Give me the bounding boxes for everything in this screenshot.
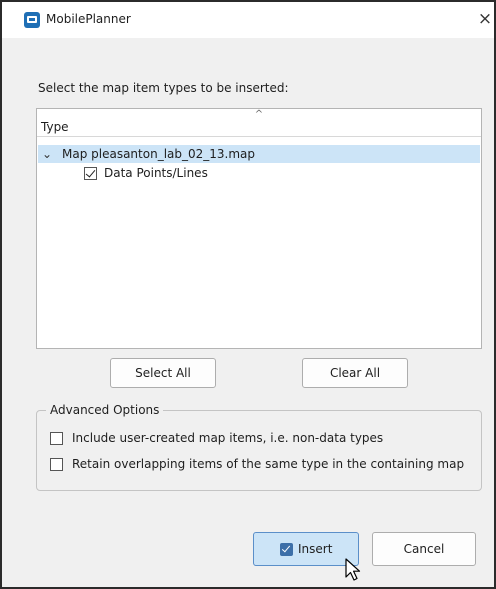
map-item-type-tree[interactable]: ^ Type ⌄ Map pleasanton_lab_02_13.map Da… <box>36 108 482 349</box>
tree-row-data-points-lines[interactable]: Data Points/Lines <box>38 164 480 182</box>
window-title: MobilePlanner <box>46 12 131 26</box>
select-all-button[interactable]: Select All <box>110 358 216 388</box>
include-user-created-checkbox[interactable] <box>50 432 63 445</box>
close-icon[interactable]: × <box>476 8 494 30</box>
mobileplanner-app-icon <box>24 12 40 28</box>
mouse-pointer-icon <box>345 558 361 581</box>
type-column-label: Type <box>41 120 69 134</box>
insert-button-label: Insert <box>298 542 333 556</box>
instruction-text: Select the map item types to be inserted… <box>38 81 289 95</box>
include-user-created-label[interactable]: Include user-created map items, i.e. non… <box>72 431 383 445</box>
clear-all-button[interactable]: Clear All <box>302 358 408 388</box>
insert-button[interactable]: Insert <box>253 532 359 566</box>
title-bar: MobilePlanner × <box>2 2 494 38</box>
advanced-options-legend: Advanced Options <box>46 403 164 417</box>
checkmark-icon <box>280 543 293 556</box>
dialog-window: MobilePlanner × Select the map item type… <box>0 0 496 589</box>
retain-overlapping-checkbox[interactable] <box>50 458 63 471</box>
tree-column-header[interactable]: ^ Type <box>37 109 481 137</box>
sort-ascending-icon: ^ <box>254 109 264 120</box>
data-points-lines-label: Data Points/Lines <box>104 166 208 180</box>
map-file-label: Map pleasanton_lab_02_13.map <box>62 147 256 161</box>
cancel-button[interactable]: Cancel <box>372 532 476 566</box>
advanced-options-group <box>36 410 482 491</box>
data-points-lines-checkbox[interactable] <box>84 167 97 180</box>
retain-overlapping-label[interactable]: Retain overlapping items of the same typ… <box>72 457 464 471</box>
tree-row-map-file[interactable]: ⌄ Map pleasanton_lab_02_13.map <box>38 145 480 163</box>
chevron-down-icon[interactable]: ⌄ <box>42 146 52 162</box>
